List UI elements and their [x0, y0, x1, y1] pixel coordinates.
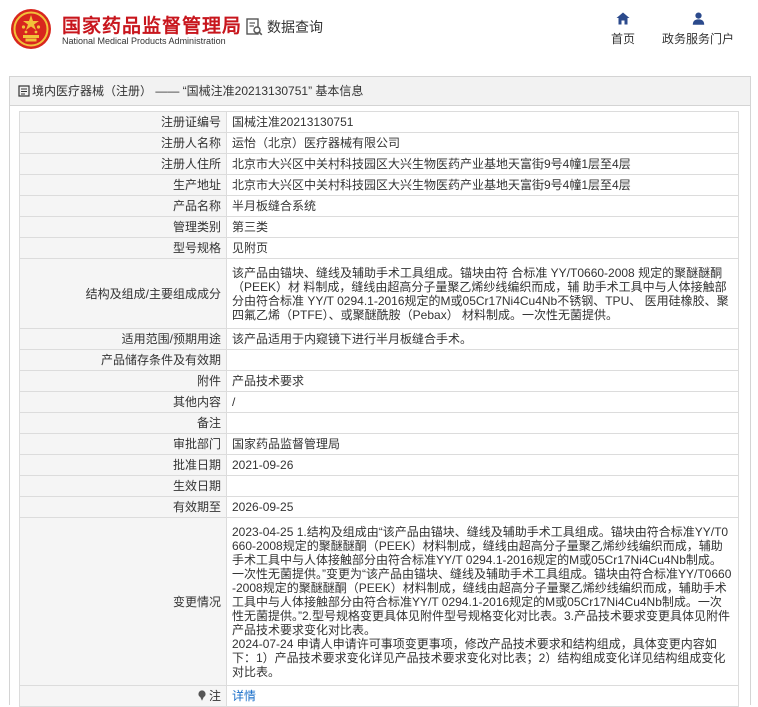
brand-title[interactable]: 国家药品监督管理局: [62, 11, 242, 38]
table-row: 注册人住所 北京市大兴区中关村科技园区大兴生物医药产业基地天富街9号4幢1层至4层: [19, 153, 739, 175]
field-value: [226, 412, 739, 434]
note-value-cell: 详情: [226, 685, 739, 707]
table-row: 适用范围/预期用途 该产品适用于内窥镜下进行半月板缝合手术。: [19, 328, 739, 350]
registration-details-table: 注册证编号 国械注准20213130751 注册人名称 运怡（北京）医疗器械有限公司注…: [19, 111, 739, 707]
nav-service-portal[interactable]: 政务服务门户: [658, 12, 738, 47]
field-label: 其他内容: [19, 391, 227, 413]
field-value: [226, 475, 739, 497]
field-value: 该产品由锚块、缝线及辅助手术工具组成。锚块由符 合标准 YY/T0660-200…: [226, 258, 739, 329]
nav-portal-label: 政务服务门户: [661, 32, 734, 46]
table-row: 产品名称 半月板缝合系统: [19, 195, 739, 217]
details-link[interactable]: 详情: [232, 689, 256, 703]
field-label: 注册人名称: [19, 132, 227, 154]
field-value: 国家药品监督管理局: [226, 433, 739, 455]
table-row: 审批部门 国家药品监督管理局: [19, 433, 739, 455]
table-row: 有效期至 2026-09-25: [19, 496, 739, 518]
field-label: 有效期至: [19, 496, 227, 518]
table-row: 产品储存条件及有效期: [19, 349, 739, 371]
table-row: 注册证编号 国械注准20213130751: [19, 111, 739, 133]
field-label: 产品名称: [19, 195, 227, 217]
field-label: 批准日期: [19, 454, 227, 476]
data-query-link[interactable]: 数据查询: [246, 17, 323, 37]
field-label: 附件: [19, 370, 227, 392]
field-label: 生效日期: [19, 475, 227, 497]
field-value: 半月板缝合系统: [226, 195, 739, 217]
field-value: 国械注准20213130751: [226, 111, 739, 133]
field-label: 备注: [19, 412, 227, 434]
field-value: 运怡（北京）医疗器械有限公司: [226, 132, 739, 154]
home-icon: [616, 12, 630, 25]
field-value: 北京市大兴区中关村科技园区大兴生物医药产业基地天富街9号4幢1层至4层: [226, 153, 739, 175]
table-row: 管理类别 第三类: [19, 216, 739, 238]
search-document-icon: [246, 18, 263, 36]
note-label-cell: 注: [19, 685, 227, 707]
table-row: 型号规格 见附页: [19, 237, 739, 259]
field-value: [226, 349, 739, 371]
field-label: 生产地址: [19, 174, 227, 196]
field-label: 型号规格: [19, 237, 227, 259]
field-label: 管理类别: [19, 216, 227, 238]
document-list-icon: [18, 85, 30, 97]
table-row: 生产地址 北京市大兴区中关村科技园区大兴生物医药产业基地天富街9号4幢1层至4层: [19, 174, 739, 196]
field-value: 第三类: [226, 216, 739, 238]
breadcrumb: 境内医疗器械（注册） —— “国械注准20213130751” 基本信息: [10, 77, 750, 106]
note-label: 注: [208, 689, 221, 703]
brand-subtitle: National Medical Products Administration: [62, 36, 226, 46]
field-label: 审批部门: [19, 433, 227, 455]
table-row: 其他内容 /: [19, 391, 739, 413]
field-label: 注册人住所: [19, 153, 227, 175]
change-entry: 2023-04-25 1.结构及组成由“该产品由锚块、缝线及辅助手术工具组成。锚…: [232, 524, 732, 637]
table-row: 结构及组成/主要组成成分 该产品由锚块、缝线及辅助手术工具组成。锚块由符 合标准 …: [19, 258, 739, 329]
table-row: 生效日期: [19, 475, 739, 497]
field-value: 产品技术要求: [226, 370, 739, 392]
site-header: 国家药品监督管理局 National Medical Products Admi…: [0, 0, 758, 64]
national-emblem-icon: [11, 9, 51, 49]
table-row: 变更情况 2023-04-25 1.结构及组成由“该产品由锚块、缝线及辅助手术工具…: [19, 517, 739, 686]
pin-icon: [198, 690, 206, 701]
change-entry: 2024-07-24 申请人申请许可事项变更事项，修改产品技术要求和结构组成，具…: [232, 636, 726, 679]
field-value: /: [226, 391, 739, 413]
table-row: 注册人名称 运怡（北京）医疗器械有限公司: [19, 132, 739, 154]
nav-home-label: 首页: [610, 32, 635, 46]
field-value: 2021-09-26: [226, 454, 739, 476]
table-row: 批准日期 2021-09-26: [19, 454, 739, 476]
breadcrumb-text: 境内医疗器械（注册） —— “国械注准20213130751” 基本信息: [32, 84, 364, 98]
field-label: 产品储存条件及有效期: [19, 349, 227, 371]
field-label: 结构及组成/主要组成成分: [19, 258, 227, 329]
field-value: 2023-04-25 1.结构及组成由“该产品由锚块、缝线及辅助手术工具组成。锚…: [226, 517, 739, 686]
field-label: 适用范围/预期用途: [19, 328, 227, 350]
field-value: 2026-09-25: [226, 496, 739, 518]
nav-home[interactable]: 首页: [607, 12, 639, 47]
field-value: 该产品适用于内窥镜下进行半月板缝合手术。: [226, 328, 739, 350]
field-value: 北京市大兴区中关村科技园区大兴生物医药产业基地天富街9号4幢1层至4层: [226, 174, 739, 196]
table-row: 备注: [19, 412, 739, 434]
record-panel: 境内医疗器械（注册） —— “国械注准20213130751” 基本信息 注册证…: [9, 76, 751, 707]
table-row: 附件 产品技术要求: [19, 370, 739, 392]
field-label: 注册证编号: [19, 111, 227, 133]
data-query-label: 数据查询: [267, 19, 323, 35]
field-value: 见附页: [226, 237, 739, 259]
field-label: 变更情况: [19, 517, 227, 686]
table-row-note: 注详情: [19, 685, 739, 707]
user-icon: [692, 12, 704, 25]
